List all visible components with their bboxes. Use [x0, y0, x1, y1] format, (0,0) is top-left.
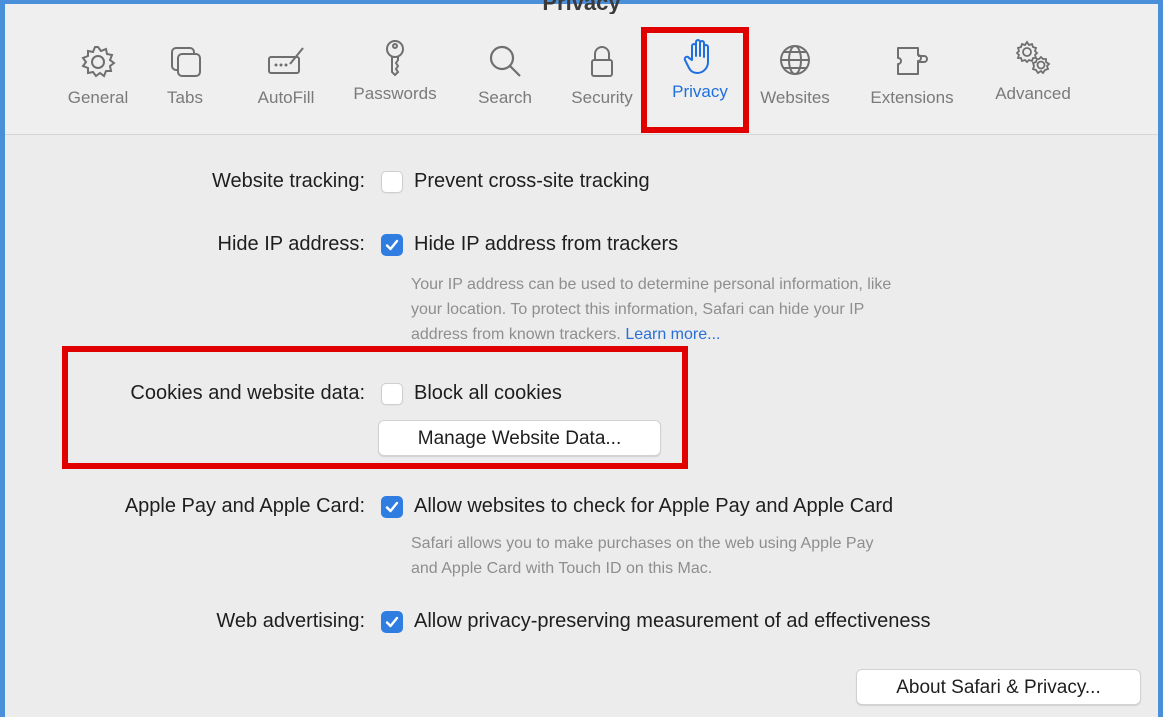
apple-pay-checkbox[interactable] — [381, 496, 403, 518]
tab-passwords-label: Passwords — [353, 84, 437, 103]
tab-tabs-label: Tabs — [167, 88, 203, 107]
tab-advanced-label: Advanced — [995, 84, 1071, 103]
tab-tabs[interactable]: Tabs — [155, 42, 215, 108]
tab-extensions-label: Extensions — [870, 88, 954, 107]
privacy-tab-highlight — [641, 27, 749, 133]
gear-icon — [81, 46, 116, 78]
hide-ip-text: Hide IP address from trackers — [414, 233, 679, 255]
apple-pay-description-line: Safari allows you to make purchases on t… — [411, 535, 874, 552]
tab-advanced[interactable]: Advanced — [983, 40, 1083, 104]
checkmark-icon — [385, 616, 399, 628]
tab-websites-label: Websites — [760, 88, 830, 107]
tab-autofill-label: AutoFill — [257, 88, 315, 107]
toolbar-divider — [5, 134, 1158, 135]
apple-pay-description: Safari allows you to make purchases on t… — [411, 531, 1051, 581]
web-advertising-label: Web advertising: — [216, 610, 365, 632]
hide-ip-description-line: Your IP address can be used to determine… — [411, 276, 892, 293]
tabs-icon — [171, 47, 201, 77]
window-title: Privacy — [542, 0, 621, 14]
toolbar: Privacy General Tabs AutoFill Passwords … — [5, 0, 1158, 134]
apple-pay-text: Allow websites to check for Apple Pay an… — [414, 495, 894, 517]
website-tracking-label: Website tracking: — [211, 170, 365, 192]
hide-ip-description: Your IP address can be used to determine… — [411, 272, 1051, 347]
key-icon — [386, 40, 404, 77]
hide-ip-description-line: address from known trackers. Learn more.… — [411, 322, 1051, 347]
hide-ip-description-line: your location. To protect this informati… — [411, 301, 865, 318]
hide-ip-checkbox[interactable] — [381, 234, 403, 256]
tab-general[interactable]: General — [63, 42, 133, 108]
learn-more-link[interactable]: Learn more... — [625, 326, 720, 343]
globe-icon — [780, 45, 810, 75]
apple-pay-label: Apple Pay and Apple Card: — [124, 495, 365, 517]
tab-autofill[interactable]: AutoFill — [243, 42, 329, 108]
tab-websites[interactable]: Websites — [755, 42, 835, 108]
lock-icon — [591, 46, 613, 77]
tab-security[interactable]: Security — [560, 42, 644, 108]
web-advertising-text: Allow privacy-preserving measurement of … — [414, 610, 931, 632]
manage-website-data-button[interactable]: Manage Website Data... — [378, 420, 661, 456]
tab-search-label: Search — [478, 88, 532, 107]
web-advertising-checkbox[interactable] — [381, 611, 403, 633]
checkmark-icon — [385, 501, 399, 513]
cookies-label: Cookies and website data: — [130, 382, 365, 404]
autofill-icon — [268, 47, 304, 74]
gears-icon — [1015, 40, 1051, 75]
tab-security-label: Security — [571, 88, 633, 107]
prevent-cross-site-tracking-text: Prevent cross-site tracking — [414, 170, 650, 192]
tab-extensions[interactable]: Extensions — [857, 42, 967, 108]
tab-search[interactable]: Search — [467, 42, 543, 108]
about-safari-privacy-button[interactable]: About Safari & Privacy... — [856, 669, 1141, 705]
hide-ip-description-text: address from known trackers. — [411, 326, 621, 343]
block-all-cookies-text: Block all cookies — [414, 382, 562, 404]
prevent-cross-site-tracking-checkbox[interactable] — [381, 171, 403, 193]
puzzle-icon — [897, 47, 928, 75]
search-icon — [489, 45, 521, 77]
block-all-cookies-checkbox[interactable] — [381, 383, 403, 405]
hide-ip-label: Hide IP address: — [217, 233, 366, 255]
checkmark-icon — [385, 239, 399, 251]
apple-pay-description-line: and Apple Card with Touch ID on this Mac… — [411, 560, 713, 577]
tab-passwords[interactable]: Passwords — [345, 40, 445, 104]
tab-general-label: General — [67, 88, 129, 107]
